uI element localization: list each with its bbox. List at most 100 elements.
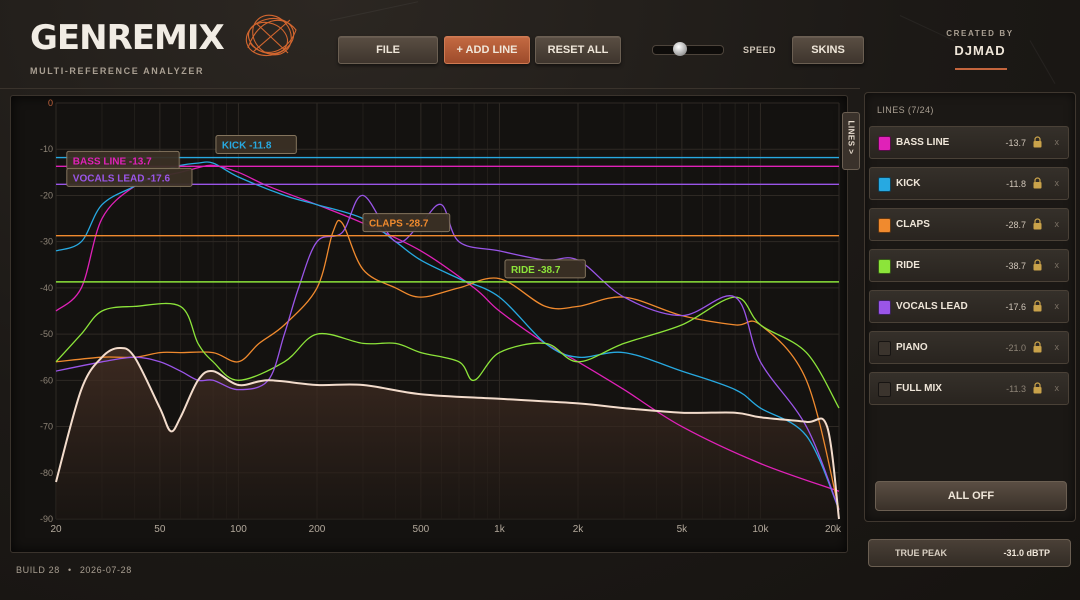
line-color-swatch[interactable]	[878, 259, 891, 274]
build-date: 2026-07-28	[79, 565, 132, 575]
line-value: -28.7	[1005, 220, 1026, 230]
line-name: KICK	[896, 178, 921, 189]
remove-line-icon[interactable]: x	[1055, 219, 1060, 229]
lines-panel: LINES (7/24) BASS LINE -13.7 x KICK -11.8 x CL…	[864, 92, 1076, 522]
remove-line-icon[interactable]: x	[1055, 260, 1060, 270]
logo-scribble-icon	[245, 14, 297, 57]
line-row[interactable]: FULL MIX -11.3 x	[869, 372, 1069, 405]
line-value: -11.8	[1006, 179, 1026, 189]
line-name: CLAPS	[896, 219, 930, 230]
line-color-swatch[interactable]	[878, 218, 891, 233]
lines-heading-label: LINES	[877, 105, 906, 115]
y-tick-label: -70	[40, 422, 53, 432]
x-tick-label: 20k	[825, 524, 842, 535]
y-tick-label: -30	[40, 237, 53, 247]
y-tick-label: -20	[40, 190, 53, 200]
full-mix-area	[56, 347, 839, 519]
x-tick-label: 1k	[494, 524, 506, 535]
y-tick-label: 0	[48, 98, 53, 108]
remove-line-icon[interactable]: x	[1055, 137, 1060, 147]
line-callout-label: RIDE -38.7	[511, 265, 561, 276]
line-name: VOCALS LEAD	[896, 301, 968, 312]
app-logo: GENREMIX	[30, 18, 225, 58]
line-value: -11.3	[1006, 384, 1026, 394]
all-off-button[interactable]: ALL OFF	[875, 481, 1067, 511]
y-tick-label: -10	[40, 144, 53, 154]
line-row[interactable]: CLAPS -28.7 x	[869, 208, 1069, 241]
line-callout-label: VOCALS LEAD -17.6	[73, 173, 171, 184]
build-number: BUILD 28	[16, 565, 60, 575]
spectrum-chart-svg: 0 -10 -20 -30 -40 -50 -60 -70 -80 -9020 50 100 200 50…	[40, 98, 842, 535]
speed-slider-knob[interactable]	[672, 42, 687, 56]
line-row[interactable]: PIANO -21.0 x	[869, 331, 1069, 364]
y-tick-label: -40	[40, 283, 53, 293]
lock-icon[interactable]	[1033, 259, 1042, 271]
remove-line-icon[interactable]: x	[1055, 383, 1060, 393]
x-tick-label: 50	[154, 524, 166, 535]
line-name: BASS LINE	[896, 137, 950, 148]
lock-icon[interactable]	[1033, 136, 1042, 148]
header-divider	[0, 88, 860, 89]
lines-tab-label: LINES >	[846, 120, 856, 155]
remove-line-icon[interactable]: x	[1055, 301, 1060, 311]
skins-button[interactable]: SKINS	[792, 36, 864, 64]
line-value: -17.6	[1005, 302, 1026, 312]
line-value: -38.7	[1005, 261, 1026, 271]
spectrum-graph[interactable]: 0 -10 -20 -30 -40 -50 -60 -70 -80 -90 20 50 100 200 50…	[10, 95, 848, 553]
speed-slider[interactable]	[652, 42, 724, 56]
file-button[interactable]: FILE	[338, 36, 438, 64]
created-by-label: CREATED BY	[946, 29, 1014, 38]
texture-scratch	[1029, 40, 1056, 85]
line-row[interactable]: RIDE -38.7 x	[869, 249, 1069, 282]
line-callout-label: BASS LINE -13.7	[73, 156, 152, 167]
line-value: -13.7	[1005, 138, 1026, 148]
y-tick-label: -90	[40, 514, 53, 524]
line-value: -21.0	[1005, 343, 1026, 353]
line-color-swatch[interactable]	[878, 177, 891, 192]
build-info: BUILD 28 • 2026-07-28	[16, 565, 132, 575]
line-name: FULL MIX	[896, 383, 942, 394]
line-callout-label: CLAPS -28.7	[369, 219, 429, 230]
true-peak-readout: TRUE PEAK -31.0 dBTP	[868, 539, 1071, 567]
reset-all-button[interactable]: RESET ALL	[535, 36, 621, 64]
line-color-swatch[interactable]	[878, 382, 891, 397]
app-window: GENREMIX MULTI-REFERENCE ANALYZER FILE +…	[0, 0, 1080, 600]
lock-icon[interactable]	[1033, 382, 1042, 394]
true-peak-label: TRUE PEAK	[895, 548, 948, 558]
add-line-button[interactable]: + ADD LINE	[444, 36, 530, 64]
line-color-swatch[interactable]	[878, 300, 891, 315]
remove-line-icon[interactable]: x	[1055, 178, 1060, 188]
line-row[interactable]: VOCALS LEAD -17.6 x	[869, 290, 1069, 323]
y-tick-label: -50	[40, 329, 53, 339]
line-color-swatch[interactable]	[878, 341, 891, 356]
app-subtitle: MULTI-REFERENCE ANALYZER	[30, 66, 205, 76]
lock-icon[interactable]	[1033, 341, 1042, 353]
x-tick-label: 500	[413, 524, 430, 535]
y-tick-label: -80	[40, 468, 53, 478]
line-name: RIDE	[896, 260, 920, 271]
lines-count: (7/24)	[907, 105, 934, 115]
x-tick-label: 100	[230, 524, 247, 535]
author-name: DJMAD	[954, 43, 1006, 58]
line-row[interactable]: KICK -11.8 x	[869, 167, 1069, 200]
lines-panel-heading: LINES (7/24)	[877, 105, 934, 115]
x-tick-label: 200	[309, 524, 326, 535]
x-tick-label: 20	[50, 524, 62, 535]
lock-icon[interactable]	[1033, 218, 1042, 230]
lock-icon[interactable]	[1033, 300, 1042, 312]
line-name: PIANO	[896, 342, 928, 353]
line-row[interactable]: BASS LINE -13.7 x	[869, 126, 1069, 159]
x-tick-label: 10k	[752, 524, 769, 535]
line-color-swatch[interactable]	[878, 136, 891, 151]
lock-icon[interactable]	[1033, 177, 1042, 189]
true-peak-value: -31.0 dBTP	[1003, 548, 1050, 558]
build-separator: •	[67, 565, 72, 575]
texture-scratch	[329, 1, 419, 21]
author-underline	[955, 68, 1007, 70]
remove-line-icon[interactable]: x	[1055, 342, 1060, 352]
speed-label: SPEED	[743, 45, 777, 55]
lines-panel-toggle[interactable]: LINES >	[842, 112, 860, 170]
line-callout-label: KICK -11.8	[222, 141, 272, 152]
y-tick-label: -60	[40, 375, 53, 385]
x-tick-label: 5k	[677, 524, 689, 535]
